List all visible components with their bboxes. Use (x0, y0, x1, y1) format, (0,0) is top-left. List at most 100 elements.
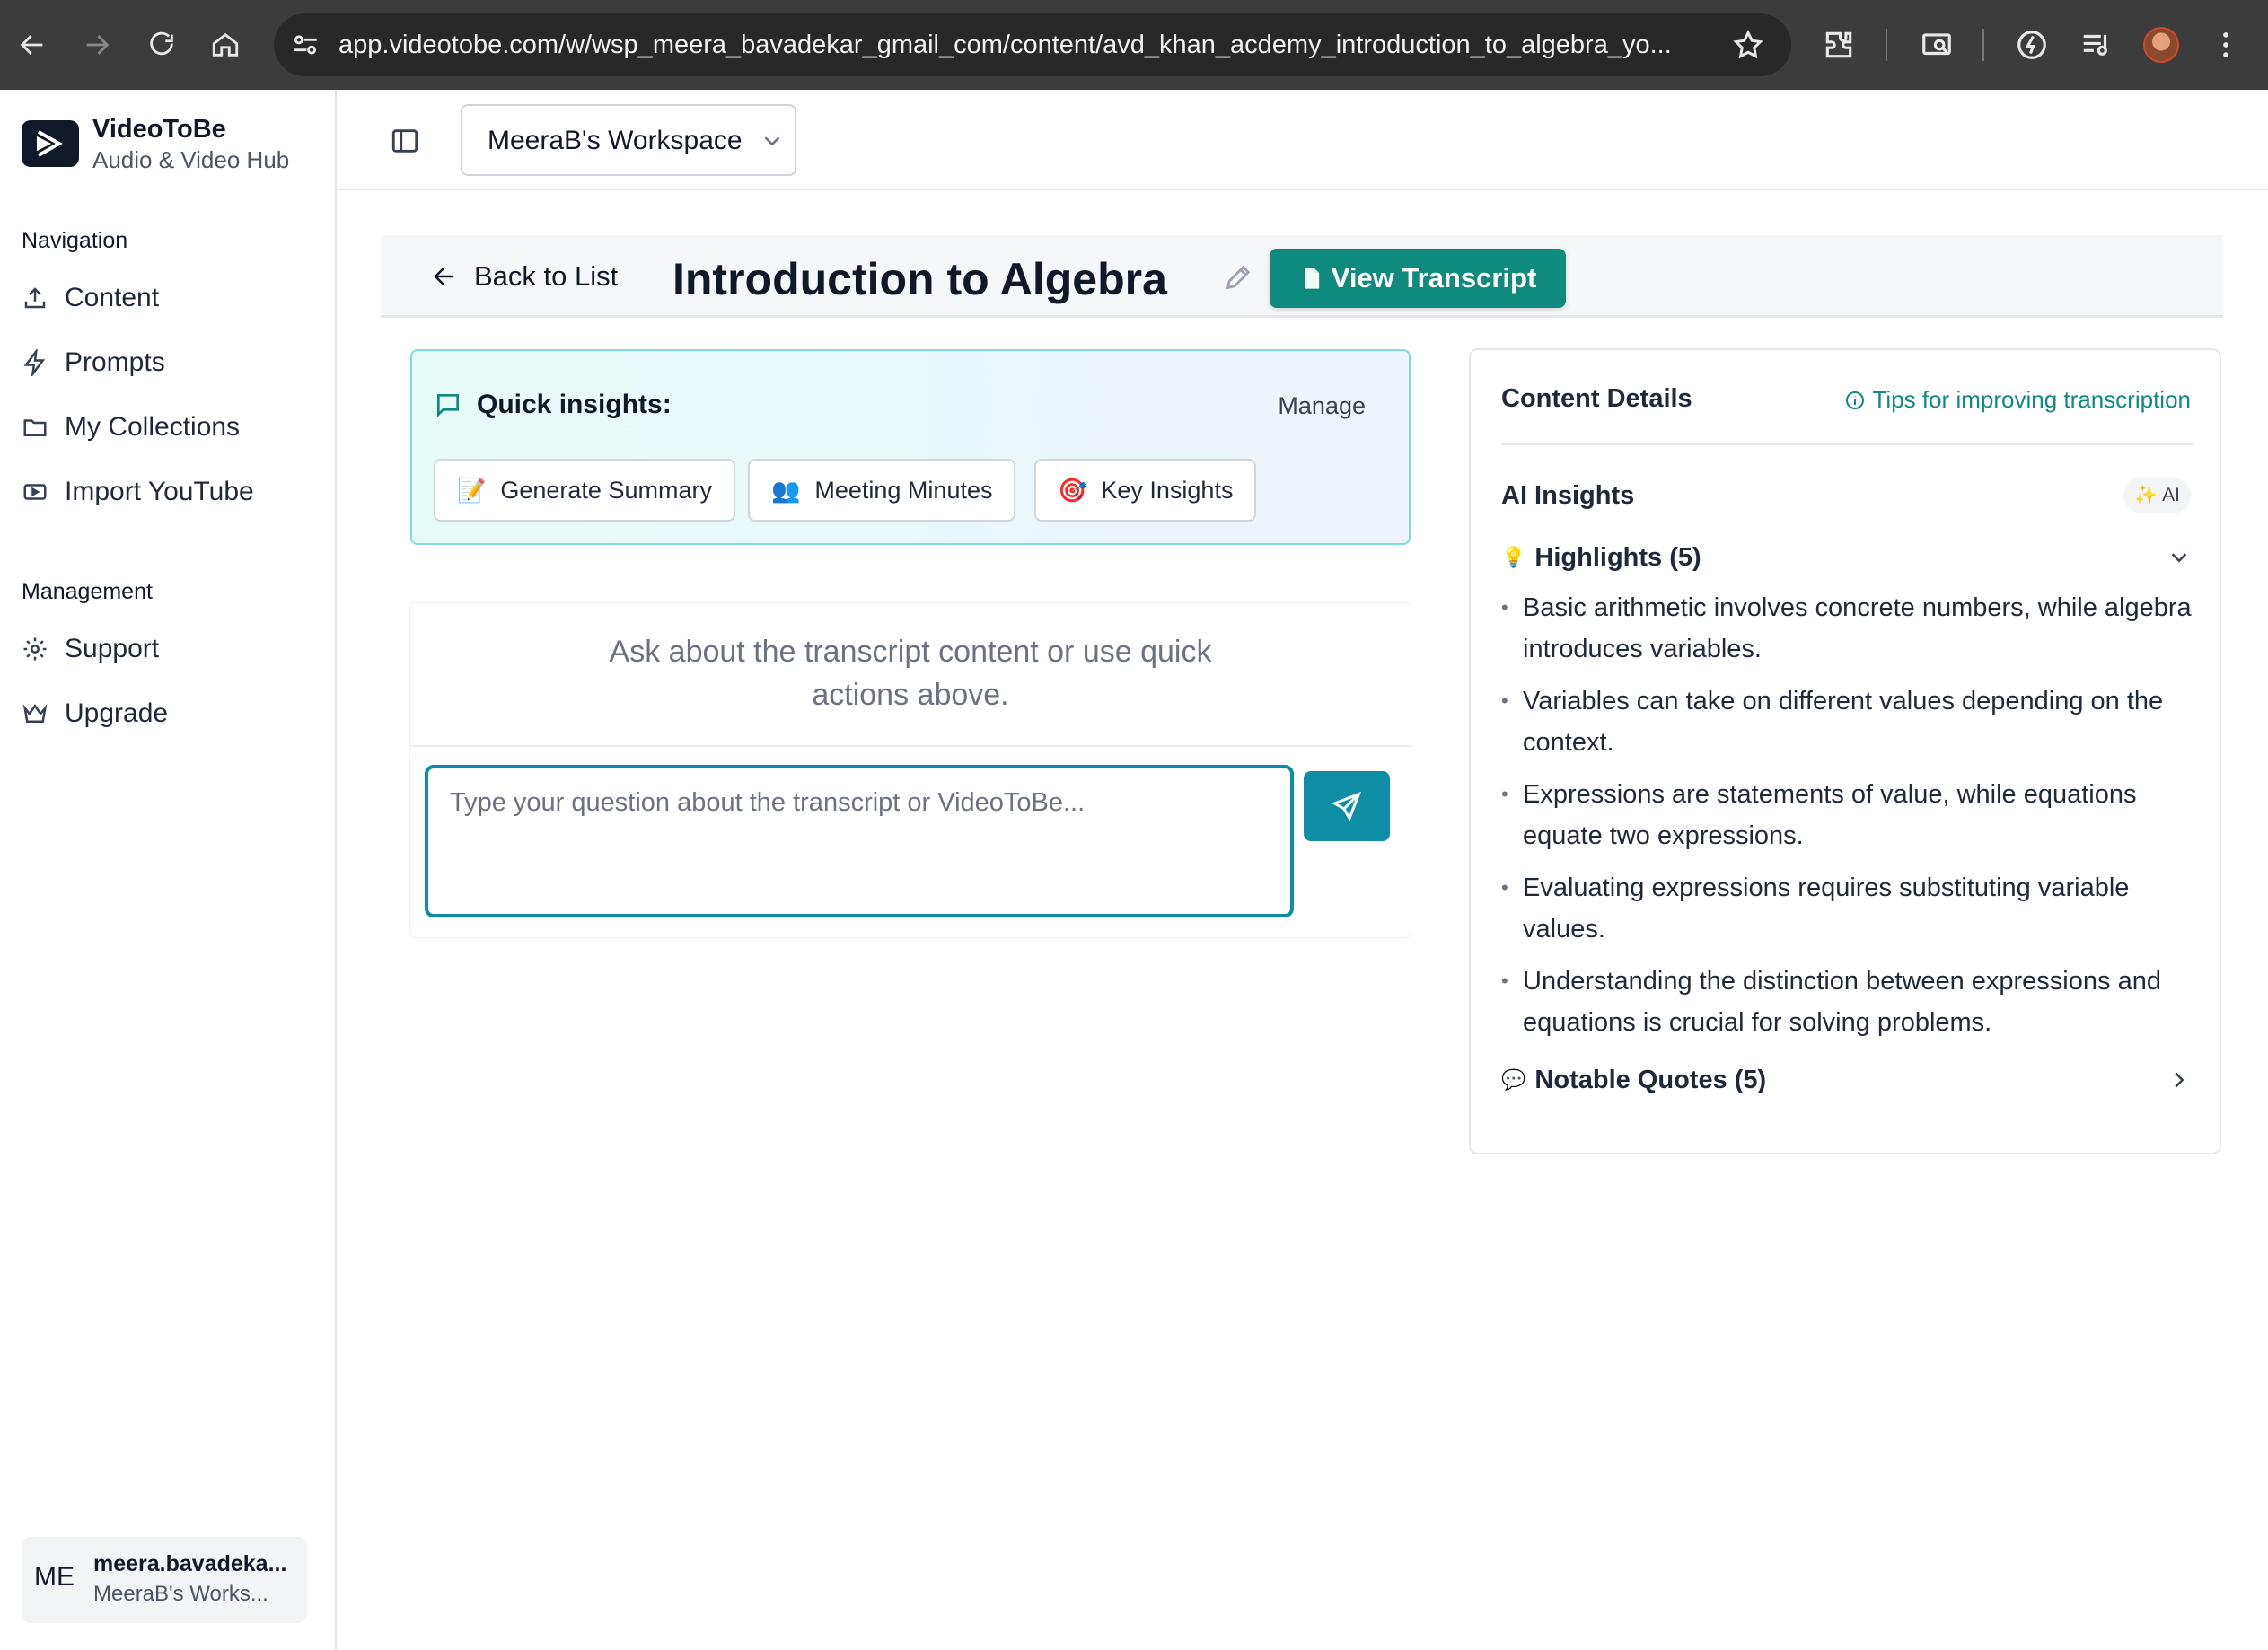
user-account-card[interactable]: ME meera.bavadeka... MeeraB's Works... (22, 1537, 307, 1623)
key-insights-label: Key Insights (1101, 476, 1234, 504)
notable-quotes-toggle[interactable]: 💬 Notable Quotes (5) (1501, 1061, 2193, 1099)
brand-subtitle: Audio & Video Hub (92, 146, 290, 173)
navigation-section-label: Navigation (22, 228, 128, 253)
chat-empty-state: Ask about the transcript content or use … (410, 630, 1411, 716)
speech-bubble-icon: 💬 (1501, 1068, 1526, 1091)
sidebar-item-my-collections[interactable]: My Collections (22, 405, 240, 450)
meeting-minutes-label: Meeting Minutes (814, 476, 993, 504)
back-to-list-link[interactable]: Back to List (431, 259, 618, 294)
site-settings-icon[interactable] (290, 30, 321, 60)
sidebar-item-label: Import YouTube (65, 477, 254, 506)
list-item: Basic arithmetic involves concrete numbe… (1501, 587, 2193, 670)
notable-quotes-label: Notable Quotes (5) (1534, 1065, 1767, 1094)
people-icon: 👥 (771, 476, 801, 504)
ai-badge: ✨ AI (2123, 478, 2191, 513)
crown-icon (22, 704, 48, 723)
meeting-minutes-button[interactable]: 👥 Meeting Minutes (748, 459, 1016, 522)
address-bar[interactable]: app.videotobe.com/w/wsp_meera_bavadekar_… (274, 13, 1791, 76)
back-to-list-label: Back to List (474, 260, 619, 292)
chat-question-input[interactable] (425, 765, 1294, 917)
workspace-select-value: MeeraB's Workspace (488, 126, 743, 155)
avatar: ME (34, 1562, 75, 1592)
sidebar-item-prompts[interactable]: Prompts (22, 340, 165, 385)
sidebar-item-import-youtube[interactable]: Import YouTube (22, 470, 254, 514)
sidebar-item-support[interactable]: Support (22, 627, 159, 671)
youtube-icon (23, 484, 47, 500)
sidebar-item-label: Upgrade (65, 698, 169, 728)
toolbar-separator (1886, 29, 1887, 61)
profile-avatar[interactable] (2143, 27, 2179, 63)
chat-bubble-icon (437, 394, 459, 417)
list-item: Variables can take on different values d… (1501, 680, 2193, 763)
sidebar-toggle-icon[interactable] (390, 126, 420, 156)
document-icon (1305, 268, 1319, 289)
chat-panel: Ask about the transcript content or use … (410, 603, 1411, 937)
sidebar-item-label: Support (65, 634, 160, 663)
gear-icon (23, 637, 47, 661)
info-icon (1845, 391, 1864, 409)
arrow-left-icon (434, 268, 453, 285)
user-email: meera.bavadeka... (93, 1551, 287, 1576)
target-icon: 🎯 (1058, 476, 1087, 504)
chat-empty-line: Ask about the transcript content or use … (609, 635, 1212, 669)
quick-insights-panel: Quick insights: Manage 📝 Generate Summar… (410, 349, 1411, 545)
quick-insights-title: Quick insights: (477, 390, 672, 419)
highlights-list: Basic arithmetic involves concrete numbe… (1501, 587, 2193, 1054)
generate-summary-label: Generate Summary (500, 476, 712, 504)
highlights-toggle[interactable]: 💡 Highlights (5) (1501, 539, 2193, 576)
highlights-label: Highlights (5) (1534, 542, 1701, 572)
browser-toolbar: app.videotobe.com/w/wsp_meera_bavadekar_… (0, 0, 2268, 90)
content-details-panel: Content Details Tips for improving trans… (1469, 348, 2221, 1154)
app-logo[interactable] (22, 120, 79, 167)
memo-icon: 📝 (457, 476, 487, 504)
chat-empty-line: actions above. (812, 678, 1009, 712)
manage-button[interactable]: Manage (1278, 392, 1366, 420)
list-item: Evaluating expressions requires substitu… (1501, 867, 2193, 950)
bolt-icon (23, 349, 46, 376)
url-text[interactable]: app.videotobe.com/w/wsp_meera_bavadekar_… (338, 13, 1739, 76)
reload-icon[interactable] (142, 25, 181, 65)
extensions-icon[interactable] (1822, 28, 1856, 62)
generate-summary-button[interactable]: 📝 Generate Summary (434, 459, 735, 522)
chevron-down-icon (764, 136, 780, 146)
key-insights-button[interactable]: 🎯 Key Insights (1034, 459, 1257, 522)
page-title: Introduction to Algebra (672, 254, 1167, 304)
bookmark-star-icon[interactable] (1732, 29, 1764, 61)
list-item: Understanding the distinction between ex… (1501, 961, 2193, 1043)
send-button[interactable] (1304, 771, 1390, 841)
toolbar-separator (1982, 29, 1984, 61)
tips-link[interactable]: Tips for improving transcription (1844, 386, 2192, 414)
tips-label: Tips for improving transcription (1872, 386, 2192, 413)
management-section-label: Management (22, 579, 153, 604)
user-workspace: MeeraB's Works... (93, 1582, 268, 1606)
forward-arrow-icon[interactable] (77, 25, 117, 65)
sidebar-item-upgrade[interactable]: Upgrade (22, 691, 168, 736)
list-item: Expressions are statements of value, whi… (1501, 774, 2193, 856)
upload-icon (24, 287, 46, 309)
workspace-select[interactable]: MeeraB's Workspace (461, 104, 796, 176)
sidebar-item-label: My Collections (65, 412, 241, 442)
chevron-down-icon (2171, 553, 2187, 563)
sidebar-item-label: Content (65, 283, 160, 312)
sidebar-item-content[interactable]: Content (22, 276, 159, 320)
media-queue-icon[interactable] (2079, 28, 2114, 62)
send-icon (1332, 791, 1362, 821)
brand-name: VideoToBe (92, 115, 226, 144)
divider (410, 745, 1411, 747)
sidebar-item-label: Prompts (65, 347, 165, 377)
sidebar: VideoToBe Audio & Video Hub Navigation C… (0, 90, 337, 1650)
ai-insights-title: AI Insights (1501, 481, 1635, 510)
back-arrow-icon[interactable] (13, 25, 52, 65)
divider (1501, 443, 2193, 445)
home-icon[interactable] (206, 25, 245, 65)
folder-icon (23, 419, 47, 436)
view-transcript-button[interactable]: View Transcript (1270, 249, 1566, 308)
view-transcript-label: View Transcript (1331, 262, 1537, 294)
more-options-icon[interactable] (2209, 28, 2243, 62)
lightbulb-icon: 💡 (1501, 546, 1526, 568)
content-details-title: Content Details (1501, 384, 1692, 413)
tab-search-icon[interactable] (1920, 28, 1954, 62)
performance-icon[interactable] (2015, 28, 2049, 62)
pencil-icon[interactable] (1223, 262, 1253, 293)
chevron-right-icon (2175, 1072, 2184, 1088)
